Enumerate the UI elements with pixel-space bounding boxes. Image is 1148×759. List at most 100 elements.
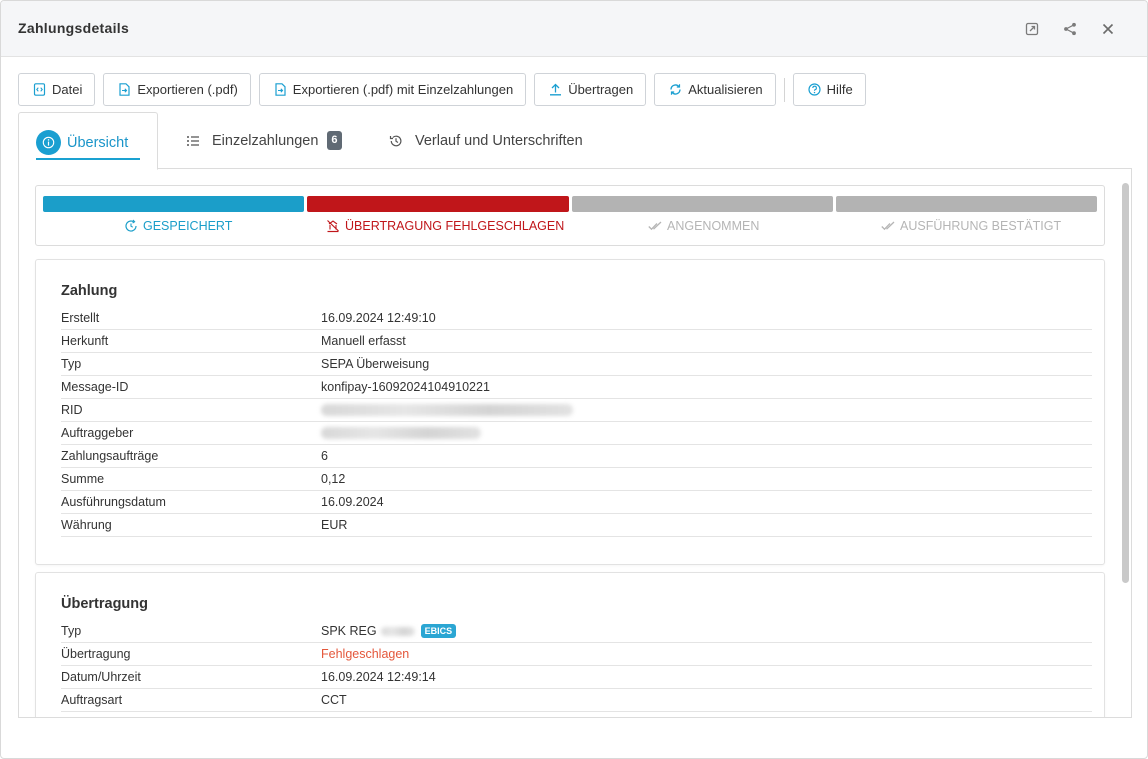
table-row: Zahlungsaufträge 6 bbox=[61, 445, 1092, 468]
overview-panel: GESPEICHERT ÜBERTRAGUNG FEHLGESCHLAGEN A… bbox=[18, 169, 1132, 718]
transfer-failed-icon bbox=[327, 220, 339, 233]
saved-icon bbox=[125, 219, 137, 232]
transfer-row-value-text: Fehlgeschlagen bbox=[321, 647, 410, 661]
status-transfer-failed: ÜBERTRAGUNG FEHLGESCHLAGEN bbox=[326, 219, 564, 233]
export-pdf-button-label: Exportieren (.pdf) bbox=[137, 82, 238, 97]
table-row: Auftragsart CCT bbox=[61, 689, 1092, 712]
transfer-row-value: 16.09.2024 12:49:14 bbox=[321, 670, 1092, 684]
tab-history-signatures[interactable]: Verlauf und Unterschriften bbox=[389, 112, 583, 169]
status-accepted: ANGENOMMEN bbox=[648, 219, 759, 233]
table-row: Auftraggeber bbox=[61, 422, 1092, 445]
payment-row-key: Währung bbox=[61, 518, 112, 532]
tab-single-payments[interactable]: Einzelzahlungen 6 bbox=[186, 112, 342, 169]
table-row: Summe 0,12 bbox=[61, 468, 1092, 491]
payment-card-title: Zahlung bbox=[61, 283, 118, 299]
payment-row-value: 0,12 bbox=[321, 472, 1092, 486]
table-row: RID bbox=[61, 399, 1092, 422]
payment-details-table: Erstellt 16.09.2024 12:49:10 Herkunft Manue… bbox=[61, 307, 1092, 537]
payment-row-key: Summe bbox=[61, 472, 105, 486]
table-row: Übertragung Fehlgeschlagen bbox=[61, 643, 1092, 666]
status-transfer-failed-label: ÜBERTRAGUNG FEHLGESCHLAGEN bbox=[345, 219, 565, 233]
transfer-card-title: Übertragung bbox=[61, 596, 148, 612]
file-button[interactable]: Datei bbox=[18, 73, 96, 106]
payment-row-value-text: Manuell erfasst bbox=[321, 334, 406, 348]
payment-row-key: Erstellt bbox=[61, 311, 100, 325]
list-icon bbox=[187, 135, 199, 146]
payment-row-value bbox=[321, 427, 1092, 439]
tab-single-payments-label: Einzelzahlungen bbox=[212, 132, 319, 149]
info-icon bbox=[36, 130, 61, 155]
toolbar: Datei Exportieren (.pdf) Exportieren (.p… bbox=[18, 73, 874, 106]
help-icon bbox=[808, 83, 821, 96]
share-icon[interactable] bbox=[1051, 20, 1089, 38]
refresh-icon bbox=[670, 84, 681, 95]
payment-row-value-text: konfipay-16092024104910221 bbox=[321, 380, 490, 394]
status-progress: GESPEICHERT ÜBERTRAGUNG FEHLGESCHLAGEN A… bbox=[35, 185, 1105, 246]
payment-row-value: SEPA Überweisung bbox=[321, 357, 1092, 371]
double-check-icon bbox=[648, 221, 662, 231]
scrollbar[interactable] bbox=[1122, 183, 1129, 583]
dialog-title: Zahlungsdetails bbox=[18, 20, 130, 36]
progress-segment-accepted bbox=[572, 196, 833, 212]
popout-icon[interactable] bbox=[1013, 20, 1051, 38]
transfer-row-value: CCT bbox=[321, 693, 1092, 707]
help-button-label: Hilfe bbox=[826, 82, 853, 97]
payment-row-value bbox=[321, 404, 1092, 416]
transfer-row-key: Übertragung bbox=[61, 647, 131, 661]
help-button[interactable]: Hilfe bbox=[792, 73, 866, 106]
status-execution-confirmed: AUSFÜHRUNG BESTÄTIGT bbox=[881, 219, 1061, 233]
status-execution-confirmed-label: AUSFÜHRUNG BESTÄTIGT bbox=[900, 219, 1062, 233]
transfer-card: Übertragung Typ SPK REG EBICS Übertragung Fe… bbox=[35, 572, 1105, 717]
transfer-row-key: Typ bbox=[61, 624, 82, 638]
tab-bar: Übersicht Einzelzahlungen 6 Verlauf und … bbox=[18, 112, 1132, 170]
payment-card: Zahlung Erstellt 16.09.2024 12:49:10 Herku… bbox=[35, 259, 1105, 565]
transfer-row-key: Datum/Uhrzeit bbox=[61, 670, 141, 684]
transfer-details-table: Typ SPK REG EBICS Übertragung Fehlgeschlagen… bbox=[61, 620, 1092, 712]
file-export-icon bbox=[275, 83, 286, 96]
export-pdf-with-items-button-label: Exportieren (.pdf) mit Einzelzahlungen bbox=[292, 82, 514, 97]
transfer-row-value: Fehlgeschlagen bbox=[321, 647, 1092, 661]
payment-row-value: 16.09.2024 12:49:10 bbox=[321, 311, 1092, 325]
table-row: Ausführungsdatum 16.09.2024 bbox=[61, 491, 1092, 514]
payment-row-value: EUR bbox=[321, 518, 1092, 532]
table-row: Datum/Uhrzeit 16.09.2024 12:49:14 bbox=[61, 666, 1092, 689]
table-row: Erstellt 16.09.2024 12:49:10 bbox=[61, 307, 1092, 330]
table-row: Typ SPK REG EBICS bbox=[61, 620, 1092, 643]
refresh-button-label: Aktualisieren bbox=[688, 82, 763, 97]
payment-row-key: Auftraggeber bbox=[61, 426, 134, 440]
tab-overview[interactable]: Übersicht bbox=[18, 112, 158, 170]
payment-row-value-text: 16.09.2024 12:49:10 bbox=[321, 311, 436, 325]
table-row: Herkunft Manuell erfasst bbox=[61, 330, 1092, 353]
ebics-badge: EBICS bbox=[420, 624, 457, 638]
transfer-button[interactable]: Übertragen bbox=[534, 73, 647, 106]
file-export-icon bbox=[119, 83, 130, 96]
transfer-row-value-text: 16.09.2024 12:49:14 bbox=[321, 670, 436, 684]
toolbar-divider bbox=[783, 77, 785, 102]
export-pdf-with-items-button[interactable]: Exportieren (.pdf) mit Einzelzahlungen bbox=[258, 73, 527, 106]
payment-row-key: Ausführungsdatum bbox=[61, 495, 166, 509]
close-icon[interactable] bbox=[1089, 20, 1127, 38]
single-payments-count-badge: 6 bbox=[327, 131, 342, 150]
redacted-value bbox=[321, 404, 573, 416]
payment-details-dialog: Zahlungsdetails Datei Exportieren (.pdf)… bbox=[0, 0, 1148, 759]
status-saved-label: GESPEICHERT bbox=[143, 219, 233, 233]
refresh-button[interactable]: Aktualisieren bbox=[654, 73, 776, 106]
tab-history-signatures-label: Verlauf und Unterschriften bbox=[415, 132, 583, 149]
double-check-icon bbox=[881, 221, 895, 231]
table-row: Message-ID konfipay-16092024104910221 bbox=[61, 376, 1092, 399]
table-row: Typ SEPA Überweisung bbox=[61, 353, 1092, 376]
transfer-row-value-text: SPK REG bbox=[321, 624, 377, 638]
payment-row-value: 16.09.2024 bbox=[321, 495, 1092, 509]
redacted-value bbox=[380, 626, 415, 636]
payment-row-value-text: 0,12 bbox=[321, 472, 346, 486]
progress-segment-transfer-failed bbox=[307, 196, 569, 212]
payment-row-key: Zahlungsaufträge bbox=[61, 449, 159, 463]
progress-segment-saved bbox=[43, 196, 304, 212]
dialog-titlebar: Zahlungsdetails bbox=[1, 1, 1147, 57]
status-saved: GESPEICHERT bbox=[124, 219, 232, 233]
file-code-icon bbox=[33, 83, 46, 96]
payment-row-value: Manuell erfasst bbox=[321, 334, 1092, 348]
export-pdf-button[interactable]: Exportieren (.pdf) bbox=[103, 73, 251, 106]
progress-segment-execution-confirmed bbox=[836, 196, 1097, 212]
redacted-value bbox=[321, 427, 481, 439]
